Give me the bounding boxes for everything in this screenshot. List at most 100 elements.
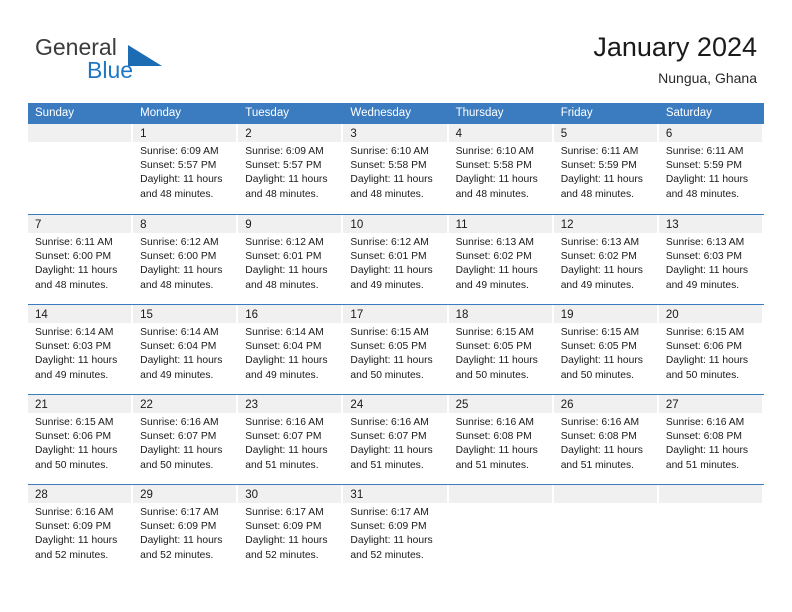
sunrise-text: Sunrise: 6:16 AM xyxy=(455,417,534,428)
calendar-week-row: 21 Sunrise: 6:15 AM Sunset: 6:06 PM Dayligh… xyxy=(28,394,764,484)
day-details: Sunrise: 6:16 AM Sunset: 6:07 PM Daylight:… xyxy=(133,413,237,473)
day-details: Sunrise: 6:11 AM Sunset: 5:59 PM Daylight:… xyxy=(554,142,658,202)
day-number-bar xyxy=(448,485,553,503)
day-details: Sunrise: 6:16 AM Sunset: 6:08 PM Daylight:… xyxy=(449,413,553,473)
calendar-day-cell[interactable]: 6 Sunrise: 6:11 AM Sunset: 5:59 PM Daylight… xyxy=(658,124,764,214)
calendar-day-cell[interactable]: 20 Sunrise: 6:15 AM Sunset: 6:06 PM Dayligh… xyxy=(658,305,764,394)
day-number-bar: 11 xyxy=(448,215,553,233)
day-number: 12 xyxy=(560,219,574,231)
sunrise-text: Sunrise: 6:16 AM xyxy=(140,417,219,428)
sunrise-text: Sunrise: 6:09 AM xyxy=(245,146,324,157)
daylight-text-line1: Daylight: 11 hours xyxy=(245,535,328,547)
day-number: 17 xyxy=(350,309,364,321)
sunset-text: Sunset: 6:01 PM xyxy=(245,251,322,263)
calendar-day-cell[interactable]: 7 Sunrise: 6:11 AM Sunset: 6:00 PM Daylight… xyxy=(28,215,134,304)
day-number-bar: 25 xyxy=(448,395,553,413)
sunrise-text: Sunrise: 6:17 AM xyxy=(350,507,429,518)
calendar-day-cell-empty xyxy=(28,124,134,214)
calendar-day-cell[interactable]: 16 Sunrise: 6:14 AM Sunset: 6:04 PM Dayligh… xyxy=(238,305,344,394)
calendar-weeks: 1 Sunrise: 6:09 AM Sunset: 5:57 PM Daylight… xyxy=(28,124,764,574)
day-number: 20 xyxy=(665,309,679,321)
day-number-bar: 23 xyxy=(238,395,343,413)
calendar-day-cell[interactable]: 21 Sunrise: 6:15 AM Sunset: 6:06 PM Dayligh… xyxy=(28,395,134,484)
sunset-text: Sunset: 6:00 PM xyxy=(35,251,112,263)
daylight-text-line2: and 48 minutes. xyxy=(35,279,109,291)
calendar-day-cell[interactable]: 27 Sunrise: 6:16 AM Sunset: 6:08 PM Dayligh… xyxy=(658,395,764,484)
day-details: Sunrise: 6:10 AM Sunset: 5:58 PM Daylight:… xyxy=(449,142,553,202)
calendar-day-cell[interactable]: 29 Sunrise: 6:17 AM Sunset: 6:09 PM Dayligh… xyxy=(133,485,239,574)
daylight-text-line1: Daylight: 11 hours xyxy=(140,445,223,457)
calendar-day-cell[interactable]: 2 Sunrise: 6:09 AM Sunset: 5:57 PM Daylight… xyxy=(238,124,344,214)
sunrise-text: Sunrise: 6:14 AM xyxy=(140,327,219,338)
calendar-day-cell[interactable]: 12 Sunrise: 6:13 AM Sunset: 6:02 PM Dayligh… xyxy=(553,215,659,304)
daylight-text-line1: Daylight: 11 hours xyxy=(455,265,538,277)
day-number: 22 xyxy=(140,399,153,411)
day-number: 3 xyxy=(350,128,357,140)
daylight-text-line2: and 51 minutes. xyxy=(350,459,424,471)
sunset-text: Sunset: 6:05 PM xyxy=(560,341,637,353)
daylight-text-line2: and 48 minutes. xyxy=(350,188,424,200)
sunrise-text: Sunrise: 6:10 AM xyxy=(455,146,534,157)
calendar-day-cell[interactable]: 24 Sunrise: 6:16 AM Sunset: 6:07 PM Dayligh… xyxy=(343,395,449,484)
calendar-day-cell[interactable]: 4 Sunrise: 6:10 AM Sunset: 5:58 PM Daylight… xyxy=(448,124,554,214)
day-details: Sunrise: 6:11 AM Sunset: 6:00 PM Daylight:… xyxy=(28,233,132,293)
calendar-day-cell[interactable]: 5 Sunrise: 6:11 AM Sunset: 5:59 PM Daylight… xyxy=(553,124,659,214)
day-number-bar: 21 xyxy=(28,395,133,413)
calendar-day-cell[interactable]: 14 Sunrise: 6:14 AM Sunset: 6:03 PM Dayligh… xyxy=(28,305,134,394)
calendar-day-cell[interactable]: 26 Sunrise: 6:16 AM Sunset: 6:08 PM Dayligh… xyxy=(553,395,659,484)
day-number: 30 xyxy=(245,489,259,501)
brand-logo[interactable]: General Blue xyxy=(35,34,235,90)
day-number: 1 xyxy=(140,128,147,140)
calendar-day-cell[interactable]: 30 Sunrise: 6:17 AM Sunset: 6:09 PM Dayligh… xyxy=(238,485,344,574)
calendar-day-cell[interactable]: 10 Sunrise: 6:12 AM Sunset: 6:01 PM Dayligh… xyxy=(343,215,449,304)
sunrise-text: Sunrise: 6:17 AM xyxy=(140,507,219,518)
day-details: Sunrise: 6:09 AM Sunset: 5:57 PM Daylight:… xyxy=(133,142,237,202)
daylight-text-line2: and 48 minutes. xyxy=(245,279,319,291)
day-number-bar: 7 xyxy=(28,215,133,233)
sunrise-text: Sunrise: 6:11 AM xyxy=(665,146,744,157)
day-number-bar xyxy=(553,485,658,503)
day-number: 2 xyxy=(245,128,252,140)
daylight-text-line1: Daylight: 11 hours xyxy=(35,265,118,277)
sunrise-text: Sunrise: 6:13 AM xyxy=(455,237,534,248)
sunrise-text: Sunrise: 6:14 AM xyxy=(35,327,114,338)
day-number-bar: 20 xyxy=(658,305,763,323)
day-number-bar: 29 xyxy=(133,485,238,503)
calendar-day-cell[interactable]: 28 Sunrise: 6:16 AM Sunset: 6:09 PM Dayligh… xyxy=(28,485,134,574)
calendar-day-cell[interactable]: 3 Sunrise: 6:10 AM Sunset: 5:58 PM Daylight… xyxy=(343,124,449,214)
day-number-bar: 16 xyxy=(238,305,343,323)
sunset-text: Sunset: 6:09 PM xyxy=(140,521,217,533)
calendar-day-cell[interactable]: 18 Sunrise: 6:15 AM Sunset: 6:05 PM Dayligh… xyxy=(448,305,554,394)
sunset-text: Sunset: 6:08 PM xyxy=(455,431,532,443)
day-number-bar: 13 xyxy=(658,215,763,233)
calendar-day-cell[interactable]: 23 Sunrise: 6:16 AM Sunset: 6:07 PM Dayligh… xyxy=(238,395,344,484)
calendar-day-cell[interactable]: 13 Sunrise: 6:13 AM Sunset: 6:03 PM Dayligh… xyxy=(658,215,764,304)
day-number: 8 xyxy=(140,219,147,231)
day-details: Sunrise: 6:13 AM Sunset: 6:03 PM Daylight:… xyxy=(659,233,763,293)
calendar-day-cell[interactable]: 9 Sunrise: 6:12 AM Sunset: 6:01 PM Daylight… xyxy=(238,215,344,304)
daylight-text-line2: and 52 minutes. xyxy=(245,549,319,561)
daylight-text-line2: and 49 minutes. xyxy=(560,279,634,291)
sunrise-text: Sunrise: 6:16 AM xyxy=(245,417,324,428)
sunrise-text: Sunrise: 6:15 AM xyxy=(35,417,114,428)
day-number-bar: 3 xyxy=(343,124,448,142)
calendar-day-cell[interactable]: 8 Sunrise: 6:12 AM Sunset: 6:00 PM Daylight… xyxy=(133,215,239,304)
calendar-day-cell[interactable]: 19 Sunrise: 6:15 AM Sunset: 6:05 PM Dayligh… xyxy=(553,305,659,394)
day-number: 9 xyxy=(245,219,252,231)
page-subtitle: Nungua, Ghana xyxy=(658,70,757,86)
daylight-text-line2: and 49 minutes. xyxy=(665,279,740,291)
calendar-day-cell[interactable]: 11 Sunrise: 6:13 AM Sunset: 6:02 PM Dayligh… xyxy=(448,215,554,304)
sunset-text: Sunset: 5:58 PM xyxy=(350,160,427,172)
daylight-text-line1: Daylight: 11 hours xyxy=(140,265,223,277)
daylight-text-line2: and 50 minutes. xyxy=(560,369,634,381)
triangle-logo-icon xyxy=(128,45,162,66)
calendar-day-cell[interactable]: 25 Sunrise: 6:16 AM Sunset: 6:08 PM Dayligh… xyxy=(448,395,554,484)
calendar-day-cell[interactable]: 15 Sunrise: 6:14 AM Sunset: 6:04 PM Dayligh… xyxy=(133,305,239,394)
sunset-text: Sunset: 6:07 PM xyxy=(245,431,322,443)
calendar-day-cell[interactable]: 1 Sunrise: 6:09 AM Sunset: 5:57 PM Daylight… xyxy=(133,124,239,214)
sunrise-text: Sunrise: 6:15 AM xyxy=(455,327,534,338)
calendar-day-cell[interactable]: 31 Sunrise: 6:17 AM Sunset: 6:09 PM Dayligh… xyxy=(343,485,449,574)
calendar-day-cell[interactable]: 22 Sunrise: 6:16 AM Sunset: 6:07 PM Dayligh… xyxy=(133,395,239,484)
daylight-text-line2: and 50 minutes. xyxy=(140,459,214,471)
calendar-day-cell[interactable]: 17 Sunrise: 6:15 AM Sunset: 6:05 PM Dayligh… xyxy=(343,305,449,394)
